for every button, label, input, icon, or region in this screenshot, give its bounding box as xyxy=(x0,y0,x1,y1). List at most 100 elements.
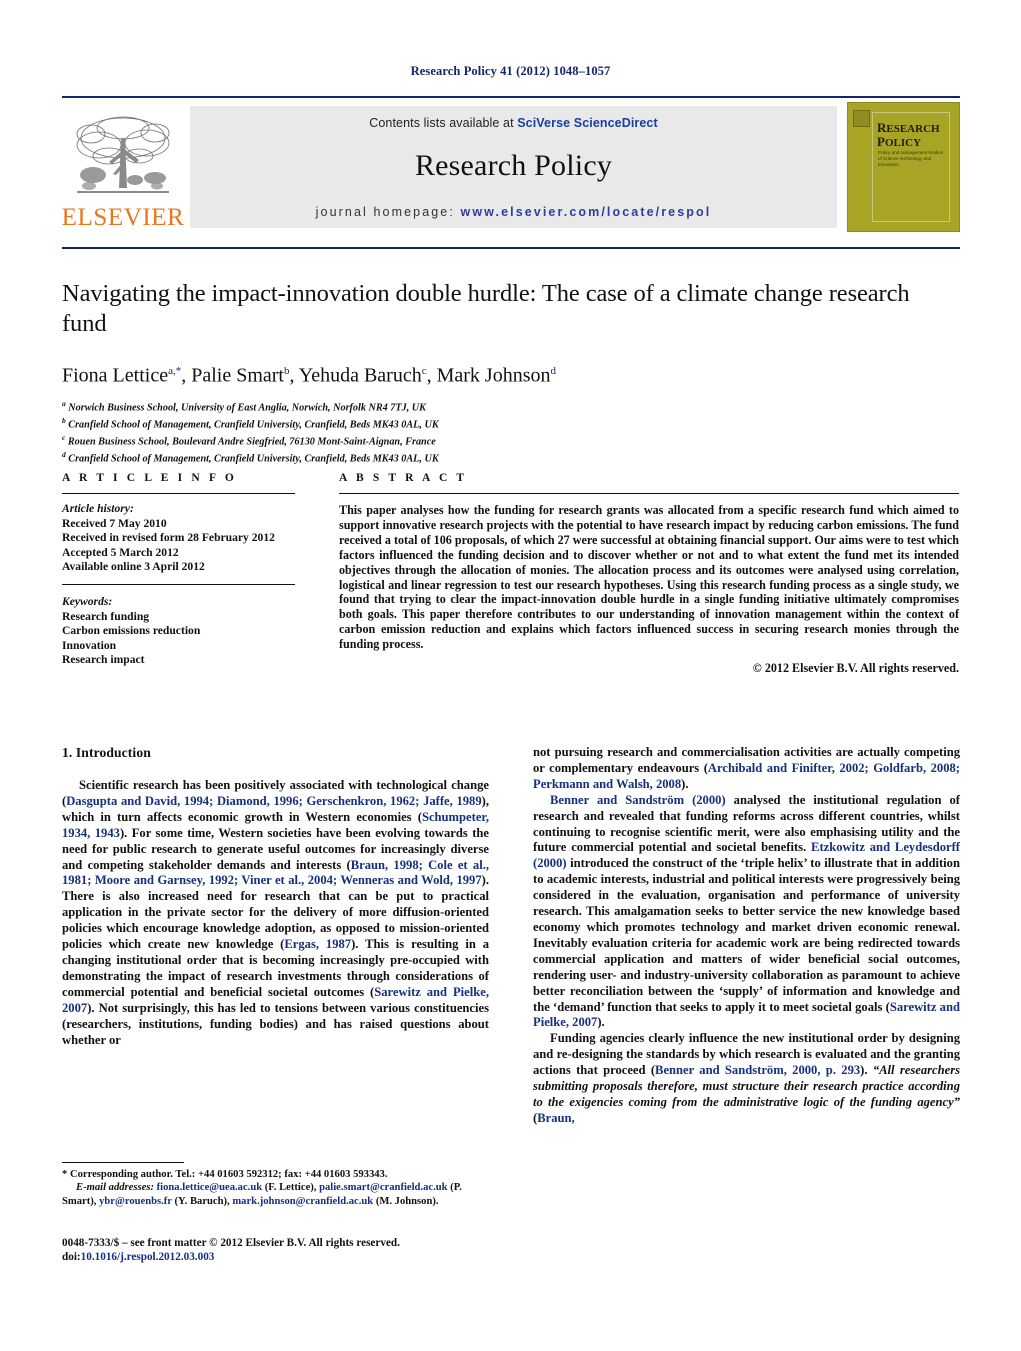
abstract-copyright: © 2012 Elsevier B.V. All rights reserved… xyxy=(752,661,959,676)
affiliation-b-marker: b xyxy=(62,415,66,425)
author-1-sup: a,* xyxy=(168,365,182,377)
footnote-region: * Corresponding author. Tel.: +44 01603 … xyxy=(62,1162,489,1208)
p1-seg-f: ). Not surprisingly, this has led to ten… xyxy=(62,1000,489,1047)
abstract-text: This paper analyses how the funding for … xyxy=(339,503,959,652)
citation-4[interactable]: Ergas, 1987 xyxy=(284,937,351,951)
sciencedirect-link[interactable]: SciVerse ScienceDirect xyxy=(517,116,658,130)
email-link-1[interactable]: fiona.lettice@uea.ac.uk xyxy=(157,1182,262,1193)
author-4: Mark Johnson xyxy=(436,364,551,387)
affiliation-a: a Norwich Business School, University of… xyxy=(62,398,960,415)
affiliation-c-marker: c xyxy=(62,432,66,442)
keyword-4: Research impact xyxy=(62,653,145,667)
citation-1[interactable]: Dasgupta and David, 1994; Diamond, 1996;… xyxy=(66,794,481,808)
p3-seg-b: ). xyxy=(860,1063,873,1078)
cover-title-esearch: ESEARCH xyxy=(886,123,940,135)
affiliation-c-text: Rouen Business School, Boulevard Andre S… xyxy=(67,436,436,448)
author-4-sup: d xyxy=(550,365,556,377)
affiliation-b-text: Cranfield School of Management, Cranfiel… xyxy=(68,419,439,431)
abstract-heading: A B S T R A C T xyxy=(339,472,468,484)
citation-10[interactable]: Benner and Sandström, 2000, p. 293 xyxy=(655,1063,860,1077)
affiliation-list: a Norwich Business School, University of… xyxy=(62,398,960,466)
email-addresses-label: E-mail addresses: xyxy=(76,1182,154,1194)
article-history-label: Article history: xyxy=(62,502,134,515)
p2-seg-b: introduced the construct of the ‘triple … xyxy=(533,856,960,1014)
author-2: Palie Smart xyxy=(191,364,284,387)
paragraph-intro-1-continued: not pursuing research and commercialisat… xyxy=(533,745,960,793)
author-1: Fiona Lettice xyxy=(62,364,169,387)
cover-publisher-mark-icon xyxy=(853,110,870,127)
cover-title: RESEARCH POLICY xyxy=(877,121,945,149)
paragraph-intro-2: Benner and Sandström (2000) analysed the… xyxy=(533,793,960,1032)
cover-title-olicy: OLICY xyxy=(884,136,922,149)
footnote-rule xyxy=(62,1162,184,1163)
journal-masthead: ELSEVIER Contents lists available at Sci… xyxy=(62,96,960,232)
cover-subtitle: Policy and management studies of science… xyxy=(878,150,944,167)
imprint-block: 0048-7333/$ – see front matter © 2012 El… xyxy=(62,1236,522,1264)
affiliation-b: b Cranfield School of Management, Cranfi… xyxy=(62,415,960,432)
email-link-3[interactable]: ybr@rouenbs.fr xyxy=(99,1196,172,1207)
affiliation-a-marker: a xyxy=(62,398,66,408)
affiliation-d-marker: d xyxy=(62,449,66,459)
history-online: Available online 3 April 2012 xyxy=(62,560,205,574)
affiliation-d: d Cranfield School of Management, Cranfi… xyxy=(62,449,960,466)
paragraph-intro-3: Funding agencies clearly influence the n… xyxy=(533,1031,960,1126)
keyword-3: Innovation xyxy=(62,638,117,652)
body-right-column: not pursuing research and commercialisat… xyxy=(533,745,960,1127)
article-history-block: Article history: Received 7 May 2010 Rec… xyxy=(62,493,295,585)
journal-cover-thumbnail: RESEARCH POLICY Policy and management st… xyxy=(847,102,960,232)
email-owner-1: (F. Lettice), xyxy=(262,1182,320,1194)
doi-line: doi:10.1016/j.respol.2012.03.003 xyxy=(62,1250,522,1264)
author-3: Yehuda Baruch xyxy=(298,364,422,387)
citation-11[interactable]: Braun, xyxy=(537,1111,574,1125)
p1c-seg-b: ). xyxy=(681,776,689,791)
article-page: Research Policy 41 (2012) 1048–1057 ELSE… xyxy=(0,0,1021,1351)
article-info-heading: A R T I C L E I N F O xyxy=(62,472,237,484)
email-owner-4: (M. Johnson). xyxy=(373,1195,439,1207)
journal-title: Research Policy xyxy=(414,149,613,182)
email-owner-3: (Y. Baruch), xyxy=(171,1195,233,1207)
keyword-1: Research funding xyxy=(62,609,150,623)
author-list: Fiona Letticea,*, Palie Smartb, Yehuda B… xyxy=(62,364,556,387)
email-link-4[interactable]: mark.johnson@cranfield.ac.uk xyxy=(232,1196,373,1207)
title-block: Navigating the impact-innovation double … xyxy=(62,247,960,466)
contents-available-line: Contents lists available at SciVerse Sci… xyxy=(190,106,837,130)
author-3-sup: c xyxy=(421,365,427,377)
cover-inner-frame: RESEARCH POLICY Policy and management st… xyxy=(872,112,950,222)
issn-line: 0048-7333/$ – see front matter © 2012 El… xyxy=(62,1237,400,1249)
citation-7[interactable]: Benner and Sandström (2000) xyxy=(550,793,726,807)
body-left-column: 1. Introduction Scientific research has … xyxy=(62,745,489,1127)
affiliation-c: c Rouen Business School, Boulevard Andre… xyxy=(62,432,960,449)
abstract-rule: This paper analyses how the funding for … xyxy=(339,493,959,676)
cover-title-p: P xyxy=(877,133,885,149)
body-region: 1. Introduction Scientific research has … xyxy=(62,745,960,1305)
journal-homepage-line: journal homepage: www.elsevier.com/locat… xyxy=(190,205,837,219)
history-accepted: Accepted 5 March 2012 xyxy=(62,545,179,559)
contents-band: Contents lists available at SciVerse Sci… xyxy=(190,106,837,228)
article-info-column: A R T I C L E I N F O Article history: R… xyxy=(62,472,295,677)
doi-label: doi: xyxy=(62,1251,81,1263)
author-2-sup: b xyxy=(283,365,290,377)
affiliation-a-text: Norwich Business School, University of E… xyxy=(68,402,426,414)
section-heading-introduction: 1. Introduction xyxy=(62,745,151,760)
keywords-label: Keywords: xyxy=(62,594,113,608)
history-revised: Received in revised form 28 February 201… xyxy=(62,531,275,545)
elsevier-tree-icon xyxy=(76,116,170,193)
elsevier-logo: ELSEVIER xyxy=(62,106,184,230)
keyword-2: Carbon emissions reduction xyxy=(62,624,201,638)
email-link-2[interactable]: palie.smart@cranfield.ac.uk xyxy=(319,1182,447,1193)
keywords-block: Keywords: Research funding Carbon emissi… xyxy=(62,585,295,677)
p2-seg-c: ). xyxy=(597,1015,605,1030)
running-head: Research Policy 41 (2012) 1048–1057 xyxy=(410,64,611,78)
footnote-corresponding-author: * Corresponding author. Tel.: +44 01603 … xyxy=(62,1169,388,1180)
page-title: Navigating the impact-innovation double … xyxy=(62,280,910,337)
info-abstract-region: A R T I C L E I N F O Article history: R… xyxy=(62,472,960,677)
elsevier-wordmark: ELSEVIER xyxy=(61,204,185,231)
doi-link[interactable]: 10.1016/j.respol.2012.03.003 xyxy=(81,1251,215,1263)
journal-homepage-link[interactable]: www.elsevier.com/locate/respol xyxy=(461,205,712,219)
affiliation-d-text: Cranfield School of Management, Cranfiel… xyxy=(68,453,439,464)
homepage-prefix: journal homepage: xyxy=(315,205,461,219)
footnote-emails: E-mail addresses: fiona.lettice@uea.ac.u… xyxy=(62,1181,489,1208)
history-received: Received 7 May 2010 xyxy=(62,516,167,530)
abstract-column: A B S T R A C T This paper analyses how … xyxy=(339,472,959,677)
contents-prefix: Contents lists available at xyxy=(369,116,518,130)
